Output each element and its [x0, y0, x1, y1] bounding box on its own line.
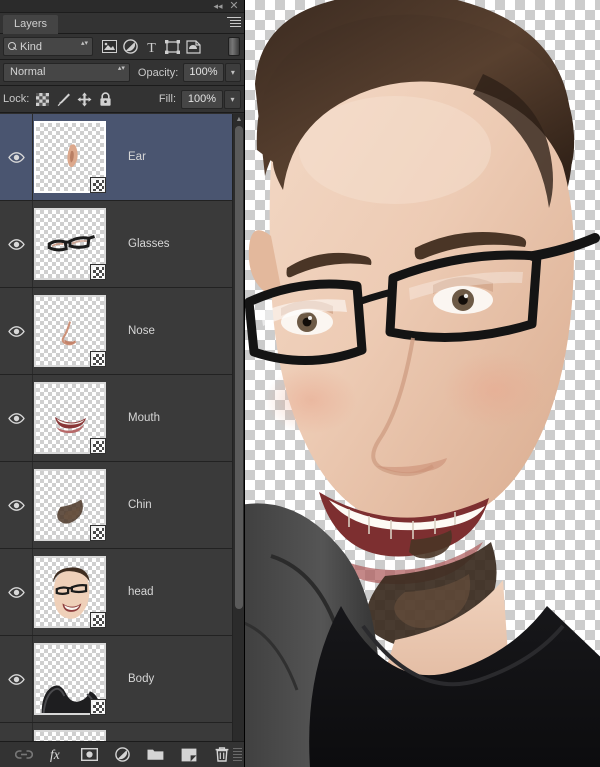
- layer-thumbnail[interactable]: [34, 469, 106, 541]
- layer-mask-badge-icon[interactable]: [90, 525, 106, 541]
- filter-type-icons: T: [99, 37, 203, 57]
- layer-mask-badge-icon[interactable]: [90, 612, 106, 628]
- layer-row-body[interactable]: Body: [0, 636, 233, 723]
- eye-icon: [7, 673, 25, 685]
- layers-panel: ◂◂ ✕ Layers Kind ▴▾ T Normal ▴▾ Opacity:…: [0, 0, 245, 767]
- chevron-updown-icon[interactable]: ▴▾: [81, 40, 88, 54]
- layer-name[interactable]: head: [128, 586, 154, 598]
- panel-menu-icon[interactable]: [227, 17, 241, 29]
- layer-list-scrollbar[interactable]: ▲ ▼: [232, 114, 244, 751]
- layer-mask-badge-icon[interactable]: [90, 351, 106, 367]
- lock-label: Lock:: [3, 93, 30, 105]
- close-icon[interactable]: ✕: [228, 1, 240, 12]
- new-adjustment-layer-button[interactable]: [113, 745, 133, 765]
- fill-group: Fill: 100% ▾: [151, 89, 241, 109]
- opacity-stepper[interactable]: ▾: [224, 63, 242, 82]
- filter-pixel-layers-icon[interactable]: [99, 37, 119, 57]
- layer-thumbnail[interactable]: [34, 295, 106, 367]
- new-group-button[interactable]: [146, 745, 166, 765]
- scroll-up-arrow-icon[interactable]: ▲: [233, 114, 244, 125]
- filter-smart-object-layers-icon[interactable]: [183, 37, 203, 57]
- layer-thumbnail[interactable]: [34, 208, 106, 280]
- layer-mask-badge-icon[interactable]: [90, 699, 106, 715]
- portrait-photo: [245, 0, 600, 767]
- eye-icon: [7, 499, 25, 511]
- layer-thumbnail[interactable]: [34, 121, 106, 193]
- layer-name[interactable]: Nose: [128, 325, 155, 337]
- fill-stepper[interactable]: ▾: [224, 89, 241, 109]
- fill-label: Fill:: [158, 93, 176, 105]
- layer-name[interactable]: Chin: [128, 499, 152, 511]
- scrollbar-thumb[interactable]: [235, 126, 243, 609]
- lock-transparent-pixels-icon[interactable]: [34, 91, 50, 107]
- layer-visibility-toggle[interactable]: [0, 201, 33, 287]
- layer-thumbnail[interactable]: [34, 556, 106, 628]
- filter-enable-toggle[interactable]: [228, 37, 240, 56]
- layer-mask-badge-icon[interactable]: [90, 438, 106, 454]
- layer-visibility-toggle[interactable]: [0, 462, 33, 548]
- layer-row-chin[interactable]: Chin: [0, 462, 233, 549]
- layer-style-fx-button[interactable]: fx: [47, 745, 67, 765]
- layer-name[interactable]: Mouth: [128, 412, 160, 424]
- layer-visibility-toggle[interactable]: [0, 549, 33, 635]
- add-layer-mask-button[interactable]: [80, 745, 100, 765]
- chevron-updown-icon[interactable]: ▴▾: [118, 65, 125, 80]
- layer-list[interactable]: Ear Glasses Nose Mouth Chin head Body: [0, 114, 233, 751]
- new-layer-button[interactable]: [179, 745, 199, 765]
- fill-input[interactable]: 100%: [181, 89, 223, 109]
- filter-shape-layers-icon[interactable]: [162, 37, 182, 57]
- filter-kind-select[interactable]: Kind ▴▾: [3, 37, 93, 56]
- lock-position-icon[interactable]: [76, 91, 92, 107]
- photoshop-layers-panel-screenshot: ◂◂ ✕ Layers Kind ▴▾ T Normal ▴▾ Opacity:…: [0, 0, 600, 767]
- tab-layers[interactable]: Layers: [3, 15, 59, 34]
- link-layers-button[interactable]: [14, 745, 34, 765]
- document-canvas[interactable]: [245, 0, 600, 767]
- layer-name[interactable]: Body: [128, 673, 154, 685]
- lock-all-icon[interactable]: [97, 91, 113, 107]
- layers-bottom-toolbar: fx: [0, 741, 244, 767]
- eye-icon: [7, 238, 25, 250]
- layer-row-mouth[interactable]: Mouth: [0, 375, 233, 462]
- lock-icons: [34, 91, 113, 107]
- layer-visibility-toggle[interactable]: [0, 288, 33, 374]
- layer-row-ear[interactable]: Ear: [0, 114, 233, 201]
- panel-titlebar: ◂◂ ✕: [0, 0, 244, 13]
- eye-icon: [7, 325, 25, 337]
- layer-thumbnail[interactable]: [34, 382, 106, 454]
- lock-row: Lock: Fill: 100% ▾: [0, 86, 244, 113]
- filter-kind-label: Kind: [20, 40, 43, 53]
- panel-resize-grip[interactable]: [233, 748, 242, 761]
- blend-mode-row: Normal ▴▾ Opacity: 100% ▾: [0, 60, 244, 86]
- layer-thumbnail[interactable]: [34, 643, 106, 715]
- layer-visibility-toggle[interactable]: [0, 636, 33, 722]
- panel-tabstrip: Layers: [0, 13, 244, 34]
- filter-row: Kind ▴▾ T: [0, 34, 244, 60]
- filter-adjustment-layers-icon[interactable]: [120, 37, 140, 57]
- layer-mask-badge-icon[interactable]: [90, 264, 106, 280]
- layer-row-glasses[interactable]: Glasses: [0, 201, 233, 288]
- eye-icon: [7, 412, 25, 424]
- blend-mode-value: Normal: [10, 66, 46, 78]
- layer-name[interactable]: Ear: [128, 151, 146, 163]
- layer-row-head[interactable]: head: [0, 549, 233, 636]
- magnifier-icon: [8, 42, 17, 51]
- eye-icon: [7, 586, 25, 598]
- delete-layer-button[interactable]: [212, 745, 232, 765]
- eye-icon: [7, 151, 25, 163]
- filter-type-layers-icon[interactable]: T: [141, 37, 161, 57]
- layer-row-nose[interactable]: Nose: [0, 288, 233, 375]
- svg-text:fx: fx: [50, 747, 60, 762]
- opacity-input[interactable]: 100%: [183, 63, 224, 82]
- blend-mode-select[interactable]: Normal ▴▾: [3, 63, 130, 82]
- opacity-label: Opacity:: [137, 66, 179, 79]
- layer-name[interactable]: Glasses: [128, 238, 170, 250]
- layer-visibility-toggle[interactable]: [0, 114, 33, 200]
- layer-mask-badge-icon[interactable]: [90, 177, 106, 193]
- collapse-double-arrow-icon[interactable]: ◂◂: [212, 1, 224, 12]
- lock-image-pixels-icon[interactable]: [55, 91, 71, 107]
- svg-text:T: T: [147, 41, 156, 54]
- layer-visibility-toggle[interactable]: [0, 375, 33, 461]
